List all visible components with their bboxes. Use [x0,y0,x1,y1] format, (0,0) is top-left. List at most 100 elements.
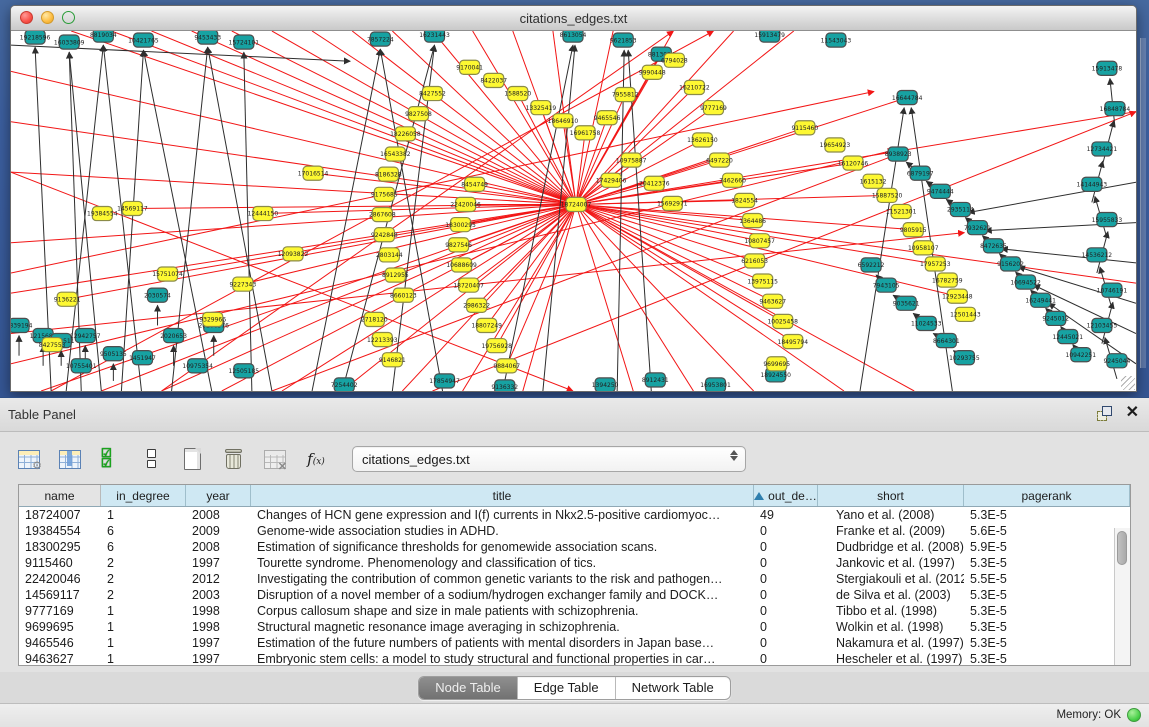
cell-title[interactable]: Corpus callosum shape and size in male p… [251,604,754,618]
graph-node[interactable]: 9463627 [759,294,786,308]
graph-node[interactable]: 1364486 [739,214,766,228]
graph-node[interactable]: 10975354 [182,359,213,373]
graph-node[interactable]: 9035621 [893,296,920,310]
cell-pagerank[interactable]: 5.3E-5 [964,620,1130,634]
cell-short[interactable]: Tibbo et al. (1998) [818,604,964,618]
graph-node[interactable]: 8819034 [90,31,117,42]
cell-year[interactable]: 1998 [186,604,251,618]
cell-title[interactable]: Estimation of the future numbers of pati… [251,636,754,650]
graph-node[interactable]: 9699695 [763,357,790,371]
cell-name[interactable]: 18300295 [19,540,101,554]
cell-name[interactable]: 19384554 [19,524,101,538]
window-resize-grip[interactable] [1121,376,1135,390]
cell-pagerank[interactable]: 5.9E-5 [964,540,1130,554]
graph-node[interactable]: 11024533 [911,316,942,330]
graph-node[interactable]: 10025458 [767,314,798,328]
graph-node[interactable]: 10421765 [128,33,159,47]
network-graph[interactable]: 1921859616033809881903410421765945343315… [11,31,1136,391]
cell-out_de[interactable]: 0 [754,652,818,665]
graph-node[interactable]: 16231443 [419,31,450,42]
cell-short[interactable]: Dudbridge et al. (2008) [818,540,964,554]
cell-year[interactable]: 2009 [186,524,251,538]
cell-name[interactable]: 9115460 [19,556,101,570]
tab-network-table[interactable]: Network Table [616,677,730,699]
graph-node[interactable]: 12923448 [942,289,973,303]
table-row[interactable]: 1872400712008Changes of HCN gene express… [19,507,1130,523]
graph-node[interactable]: 9474444 [927,184,954,198]
graph-node[interactable]: 16953801 [700,378,731,391]
graph-node[interactable]: 17854947 [429,374,460,388]
memory-ok-indicator[interactable] [1127,708,1141,722]
table-row[interactable]: 1938455462009Genome-wide association stu… [19,523,1130,539]
graph-node[interactable]: 8427552 [419,86,446,100]
column-header-in_degree[interactable]: in_degree [101,485,186,506]
graph-node[interactable]: 16961758 [570,126,601,140]
graph-node[interactable]: 9146821 [379,353,406,367]
cell-title[interactable]: Changes of HCN gene expression and I(f) … [251,508,754,522]
graph-node[interactable]: 16120746 [838,156,869,170]
cell-out_de[interactable]: 0 [754,588,818,602]
graph-node[interactable]: 10942251 [1066,348,1097,362]
graph-node[interactable]: 9805915 [900,223,927,237]
graph-node[interactable]: 6497220 [706,153,733,167]
graph-node[interactable]: 2986322 [463,298,490,312]
table-row[interactable]: 1456911722003Disruption of a novel membe… [19,587,1130,603]
graph-node[interactable]: 12444150 [248,206,279,220]
cell-year[interactable]: 2008 [186,540,251,554]
close-window-button[interactable] [20,11,33,24]
graph-node[interactable]: 9884067 [493,359,520,373]
cell-title[interactable]: Embryonic stem cells: a model to study s… [251,652,754,665]
cell-pagerank[interactable]: 5.5E-5 [964,572,1130,586]
graph-node[interactable]: 9777169 [700,101,727,115]
graph-node[interactable]: 7932621 [964,221,991,235]
graph-node[interactable]: 9827546 [445,238,472,252]
network-canvas[interactable]: 1921859616033809881903410421765945343315… [11,31,1136,391]
graph-node[interactable]: 12505185 [229,364,260,378]
column-header-year[interactable]: year [186,485,251,506]
graph-node[interactable]: 1588520 [504,86,531,100]
graph-node[interactable]: 10293755 [949,351,980,365]
graph-node[interactable]: 9245012 [1042,311,1069,325]
graph-node[interactable]: 17016514 [298,166,329,180]
cell-pagerank[interactable]: 5.3E-5 [964,636,1130,650]
graph-node[interactable]: 1394250 [592,378,619,391]
graph-node[interactable]: 10694522 [1010,275,1041,289]
graph-node[interactable]: 6794028 [661,53,688,67]
graph-node[interactable]: 9242848 [371,228,398,242]
cell-short[interactable]: Wolkin et al. (1998) [818,620,964,634]
table-selector-dropdown[interactable]: citations_edges.txt [352,446,746,472]
cell-short[interactable]: Yano et al. (2008) [818,508,964,522]
graph-node[interactable]: 20412376 [639,176,670,190]
tab-edge-table[interactable]: Edge Table [518,677,616,699]
minimize-window-button[interactable] [41,11,54,24]
zoom-window-button[interactable] [62,11,75,24]
network-window-titlebar[interactable]: citations_edges.txt [11,6,1136,31]
graph-node[interactable]: 2867608 [369,207,396,221]
cell-year[interactable]: 2008 [186,508,251,522]
graph-node[interactable]: 9136221 [54,292,81,306]
show-column-button[interactable] [55,444,85,474]
cell-in_degree[interactable]: 1 [101,652,186,665]
scrollbar-thumb[interactable] [1117,531,1127,565]
cell-pagerank[interactable]: 5.3E-5 [964,588,1130,602]
graph-node[interactable]: 17957253 [920,257,951,271]
cell-in_degree[interactable]: 2 [101,588,186,602]
graph-node[interactable]: 9990448 [639,65,666,79]
graph-node[interactable]: 8660123 [390,288,417,302]
graph-node[interactable]: 1824554 [731,193,758,207]
column-header-title[interactable]: title [251,485,754,506]
cell-title[interactable]: Structural magnetic resonance image aver… [251,620,754,634]
graph-node[interactable]: 10746191 [1097,283,1128,297]
graph-node[interactable]: 19384554 [87,206,118,220]
graph-node[interactable]: 7857224 [367,32,394,46]
table-row[interactable]: 946554611997Estimation of the future num… [19,635,1130,651]
tab-node-table[interactable]: Node Table [419,677,518,699]
graph-node[interactable]: 11543043 [821,33,852,47]
graph-node[interactable]: 7955812 [612,87,639,101]
cell-short[interactable]: de Silva et al. (2003) [818,588,964,602]
graph-node[interactable]: 1615132 [860,174,887,188]
column-header-out_de[interactable]: out_de… [754,485,818,506]
cell-name[interactable]: 22420046 [19,572,101,586]
graph-node[interactable]: 19654923 [820,138,851,152]
cell-in_degree[interactable]: 2 [101,572,186,586]
